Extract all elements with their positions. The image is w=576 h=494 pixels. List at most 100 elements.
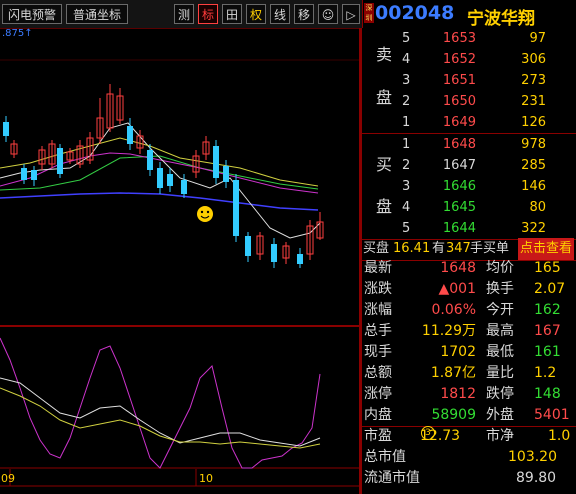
valuation-row: 市盈 12.73 3 市净 1.0 [362, 426, 576, 447]
coordinate-mode-button[interactable]: 普通坐标 [66, 4, 128, 24]
kline-chart[interactable]: .875↑ 09 10 [0, 28, 362, 494]
bid-row[interactable]: 1 1648 978 [362, 134, 576, 155]
smiley-marker-icon[interactable] [197, 206, 213, 222]
bid-level: 4 [402, 200, 411, 215]
stock-code[interactable]: 002048 [375, 2, 454, 24]
axis-label-10: 10 [199, 472, 213, 485]
move-button[interactable]: 移 [294, 4, 314, 24]
chart-canvas: .875↑ 09 10 [0, 28, 359, 487]
bid-row[interactable]: 2 1647 285 [362, 155, 576, 176]
grid-icon[interactable]: 田 [222, 4, 242, 24]
play-icon[interactable]: ▷ [342, 4, 360, 24]
stock-terminal: 闪电预警 普通坐标 测 标 田 权 线 移 ☺ ▷ 深圳 002048 宁波华翔… [0, 0, 576, 494]
buy-info-row: 买盘 16.41 有 347 手买单 点击查看 [362, 238, 576, 260]
quote-value: 5401 [534, 407, 570, 423]
quote-label: 最高 [486, 323, 514, 339]
quote-value: ▲001 [438, 281, 477, 297]
quote-label: 现手 [364, 344, 392, 360]
ask-row[interactable]: 2 1650 231 [362, 91, 576, 112]
quote-value: 2.07 [534, 281, 566, 297]
quote-value: 1702 [440, 344, 476, 360]
quote-row: 现手 1702 最低 161 [362, 342, 576, 363]
view-detail-link[interactable]: 点击查看 [518, 238, 575, 260]
total-mv-value: 103.20 [508, 449, 557, 465]
ask-level: 5 [402, 31, 411, 46]
ask-row[interactable]: 5 1653 97 [362, 28, 576, 49]
quote-value: 1.87亿 [430, 365, 476, 381]
quote-row: 总手 11.29万 最高 167 [362, 321, 576, 342]
quote-row: 内盘 58909 外盘 5401 [362, 405, 576, 426]
chart-toolbar: 闪电预警 普通坐标 测 标 田 权 线 移 ☺ ▷ [0, 0, 362, 29]
flash-alert-button[interactable]: 闪电预警 [2, 4, 62, 24]
ask-volume: 306 [521, 52, 546, 67]
quote-row: 涨幅 0.06% 今开 162 [362, 300, 576, 321]
quote-row: 最新 1648 均价 165 [362, 258, 576, 279]
ask-level: 4 [402, 52, 411, 67]
ask-price: 1649 [442, 115, 476, 130]
bid-row[interactable]: 4 1645 80 [362, 197, 576, 218]
pe-mark: 3 [421, 426, 435, 440]
bid-level: 3 [402, 179, 411, 194]
bid-volume: 146 [521, 179, 546, 194]
bid-price: 1645 [442, 200, 476, 215]
buy-info-count: 347 [446, 241, 471, 256]
quote-row: 总额 1.87亿 量比 1.2 [362, 363, 576, 384]
stock-name[interactable]: 宁波华翔 [467, 4, 535, 29]
ask-price: 1653 [442, 31, 476, 46]
buy-info-value: 16.41 [393, 241, 431, 256]
quote-label: 最新 [364, 260, 392, 276]
measure-button[interactable]: 测 [174, 4, 194, 24]
total-mv-label: 总市值 [364, 449, 406, 465]
quote-value: 1812 [440, 386, 476, 402]
quote-value: 162 [534, 302, 561, 318]
float-mv-value: 89.80 [516, 470, 557, 486]
ask-volume: 126 [521, 115, 546, 130]
ask-level: 1 [402, 115, 411, 130]
bid-price: 1647 [442, 158, 476, 173]
ask-row[interactable]: 4 1652 306 [362, 49, 576, 70]
quote-value: 1648 [440, 260, 476, 276]
quote-label: 量比 [486, 365, 514, 381]
quote-label: 总手 [364, 323, 392, 339]
smiley-icon[interactable]: ☺ [318, 4, 338, 24]
indicator-k-line [0, 337, 321, 469]
bid-volume: 978 [521, 137, 546, 152]
bid-level: 1 [402, 137, 411, 152]
ask-price: 1652 [442, 52, 476, 67]
top-price-label: .875↑ [2, 28, 33, 39]
quote-value: 11.29万 [421, 323, 476, 339]
pb-label: 市净 [486, 428, 514, 444]
ask-volume: 231 [521, 94, 546, 109]
bid-row[interactable]: 5 1644 322 [362, 218, 576, 239]
bid-row[interactable]: 3 1646 146 [362, 176, 576, 197]
quote-label: 内盘 [364, 407, 392, 423]
bid-price: 1648 [442, 137, 476, 152]
bid-level: 2 [402, 158, 411, 173]
quote-label: 跌停 [486, 386, 514, 402]
line-button[interactable]: 线 [270, 4, 290, 24]
buy-info-suffix: 手买单 [470, 241, 510, 256]
quote-panel: 卖 盘 5 1653 97 4 1652 306 3 1651 273 2 16… [359, 28, 576, 494]
ask-volume: 273 [521, 73, 546, 88]
ask-price: 1651 [442, 73, 476, 88]
valuation-row: 流通市值 89.80 [362, 468, 576, 489]
valuation-row: 总市值 103.20 [362, 447, 576, 468]
ask-row[interactable]: 1 1649 126 [362, 112, 576, 133]
ask-row[interactable]: 3 1651 273 [362, 70, 576, 91]
quote-label: 涨跌 [364, 281, 392, 297]
buy-info-have: 有 [432, 241, 446, 256]
quote-value: 165 [534, 260, 561, 276]
quote-label: 换手 [486, 281, 514, 297]
quote-value: 0.06% [431, 302, 476, 318]
rights-button[interactable]: 权 [246, 4, 266, 24]
candles [3, 84, 324, 268]
mark-button[interactable]: 标 [198, 4, 218, 24]
float-mv-label: 流通市值 [364, 470, 420, 486]
pb-value: 1.0 [548, 428, 571, 444]
ask-volume: 97 [529, 31, 546, 46]
pe-label: 市盈 [364, 428, 392, 444]
quote-value: 1.2 [534, 365, 557, 381]
bid-price: 1646 [442, 179, 476, 194]
bid-price: 1644 [442, 221, 476, 236]
bid-volume: 80 [529, 200, 546, 215]
